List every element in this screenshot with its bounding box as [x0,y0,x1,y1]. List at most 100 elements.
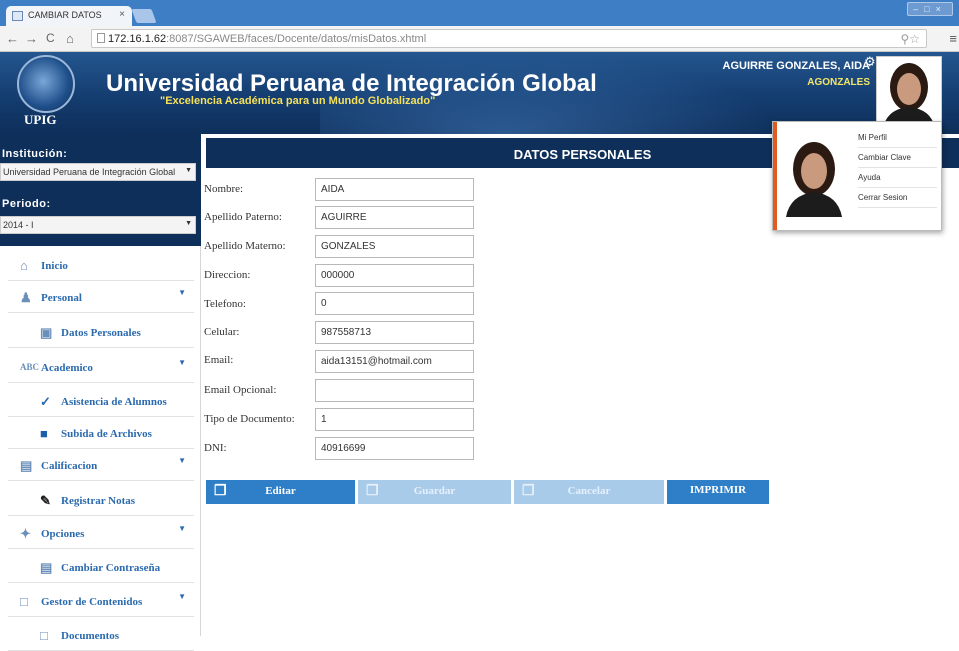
period-select[interactable]: 2014 - I ▼ [0,216,196,234]
home-icon: ⌂ [20,258,28,273]
label-dni: DNI: [204,442,227,454]
menu-personal[interactable]: ♟ Personal ▼ [8,282,194,313]
input-email[interactable]: aida13151@hotmail.com [315,350,474,373]
user-login: AGONZALES [807,77,870,88]
label-direccion: Direccion: [204,269,251,281]
input-tipo-documento[interactable]: 1 [315,408,474,431]
browser-menu-icon[interactable]: ≡ [949,31,957,46]
menu-label: Opciones [41,528,85,540]
chevron-down-icon: ▼ [178,288,186,297]
input-direccion[interactable]: 000000 [315,264,474,287]
abc-icon: ABC [20,362,40,372]
cancel-button-label: Cancelar [567,485,611,497]
menu-academico[interactable]: ABC Academico ▼ [8,352,194,383]
profile-photo [780,135,848,217]
label-email: Email: [204,354,234,366]
period-label: Periodo: [2,198,51,210]
printer-icon: ▤ [40,560,53,575]
user-full-name: AGUIRRE GONZALES, AIDA [722,60,871,72]
menu-label: Asistencia de Alumnos [61,396,167,408]
page-icon: □ [40,628,48,643]
logo-text: UPIG [24,112,57,127]
input-telefono[interactable]: 0 [315,292,474,315]
label-apellido-paterno: Apellido Paterno: [204,211,282,223]
institution-select[interactable]: Universidad Peruana de Integración Globa… [0,163,196,181]
user-avatar[interactable] [876,56,942,129]
gear-icon[interactable]: ⚙ [864,54,876,70]
menu-label: Documentos [61,630,120,642]
menu-label: Gestor de Contenidos [41,596,143,608]
menu-cambiar-clave[interactable]: Cambiar Clave [858,148,937,168]
back-arrow-icon[interactable]: ← [6,31,19,46]
menu-registrar-notas[interactable]: ✎ Registrar Notas [8,485,194,516]
save-button[interactable]: ❐ Guardar [358,480,511,504]
label-telefono: Telefono: [204,298,246,310]
menu-ayuda[interactable]: Ayuda [858,168,937,188]
new-tab-button[interactable] [131,9,157,23]
menu-calificacion[interactable]: ▤ Calificacion ▼ [8,450,194,481]
label-apellido-materno: Apellido Materno: [204,240,286,252]
menu-gestor-contenidos[interactable]: □ Gestor de Contenidos ▼ [8,586,194,617]
menu-opciones[interactable]: ✦ Opciones ▼ [8,518,194,549]
menu-label: Personal [41,292,82,304]
menu-datos-personales[interactable]: ▣ Datos Personales [8,317,194,348]
label-tipo-documento: Tipo de Documento: [204,413,295,425]
edit-button-label: Editar [265,485,296,497]
chevron-down-icon: ▼ [185,220,192,227]
input-dni[interactable]: 40916699 [315,437,474,460]
menu-asistencia-alumnos[interactable]: ✓ Asistencia de Alumnos [8,386,194,417]
chevron-down-icon: ▼ [178,456,186,465]
menu-label: Calificacion [41,460,98,472]
print-button-label: IMPRIMIR [689,484,747,496]
label-email-opcional: Email Opcional: [204,384,277,396]
input-apellido-materno[interactable]: GONZALES [315,235,474,258]
menu-cambiar-contrasena[interactable]: ▤ Cambiar Contraseña [8,552,194,583]
university-name: Universidad Peruana de Integración Globa… [106,70,597,97]
university-logo [17,55,75,113]
menu-label: Subida de Archivos [61,428,152,440]
save-button-label: Guardar [413,485,456,497]
chevron-down-icon: ▼ [178,358,186,367]
menu-label: Academico [41,362,93,374]
page-icon [97,33,105,43]
page-icon: □ [20,594,28,609]
tab-close-icon[interactable]: × [119,9,125,20]
menu-label: Cambiar Contraseña [61,562,161,574]
reload-icon[interactable]: C [46,31,55,45]
edit-button[interactable]: ❐ Editar [206,480,355,504]
profile-dropdown: Mi Perfil Cambiar Clave Ayuda Cerrar Ses… [772,121,942,231]
menu-mi-perfil[interactable]: Mi Perfil [858,128,937,148]
url-host: 172.16.1.62 [108,33,167,45]
browser-toolbar: ← → C ⌂ 172.16.1.62:8087/SGAWEB/faces/Do… [0,26,959,52]
menu-label: Inicio [41,260,68,272]
bookmark-star-icon[interactable]: ⚲☆ [900,32,920,46]
input-apellido-paterno[interactable]: AGUIRRE [315,206,474,229]
cancel-button[interactable]: ❐ Cancelar [514,480,664,504]
sidebar: Institución: Universidad Peruana de Inte… [0,134,201,651]
forward-arrow-icon[interactable]: → [25,31,38,46]
id-card-icon: ▣ [40,325,53,340]
period-value: 2014 - I [3,220,34,230]
chevron-down-icon: ▼ [178,592,186,601]
document-icon: ▤ [20,458,33,473]
label-nombre: Nombre: [204,183,244,195]
person-icon: ♟ [20,290,32,305]
wand-icon: ✦ [20,526,31,541]
print-button[interactable]: IMPRIMIR [667,480,769,504]
label-celular: Celular: [204,326,240,338]
university-slogan: "Excelencia Académica para un Mundo Glob… [160,95,436,107]
browser-tab[interactable]: CAMBIAR DATOS × [6,6,132,26]
input-email-opcional[interactable] [315,379,474,402]
address-bar[interactable]: 172.16.1.62:8087/SGAWEB/faces/Docente/da… [91,29,927,48]
home-icon[interactable]: ⌂ [66,31,74,46]
menu-cerrar-sesion[interactable]: Cerrar Sesion [858,188,937,208]
menu-subida-archivos[interactable]: ■ Subida de Archivos [8,418,194,449]
menu-inicio[interactable]: ⌂ Inicio [8,250,194,281]
folder-icon: ■ [40,426,48,441]
window-controls[interactable]: –□× [907,2,953,16]
chevron-down-icon: ▼ [185,167,192,174]
input-celular[interactable]: 987558713 [315,321,474,344]
menu-label: Datos Personales [61,327,141,339]
input-nombre[interactable]: AIDA [315,178,474,201]
tab-title: CAMBIAR DATOS [28,10,102,20]
